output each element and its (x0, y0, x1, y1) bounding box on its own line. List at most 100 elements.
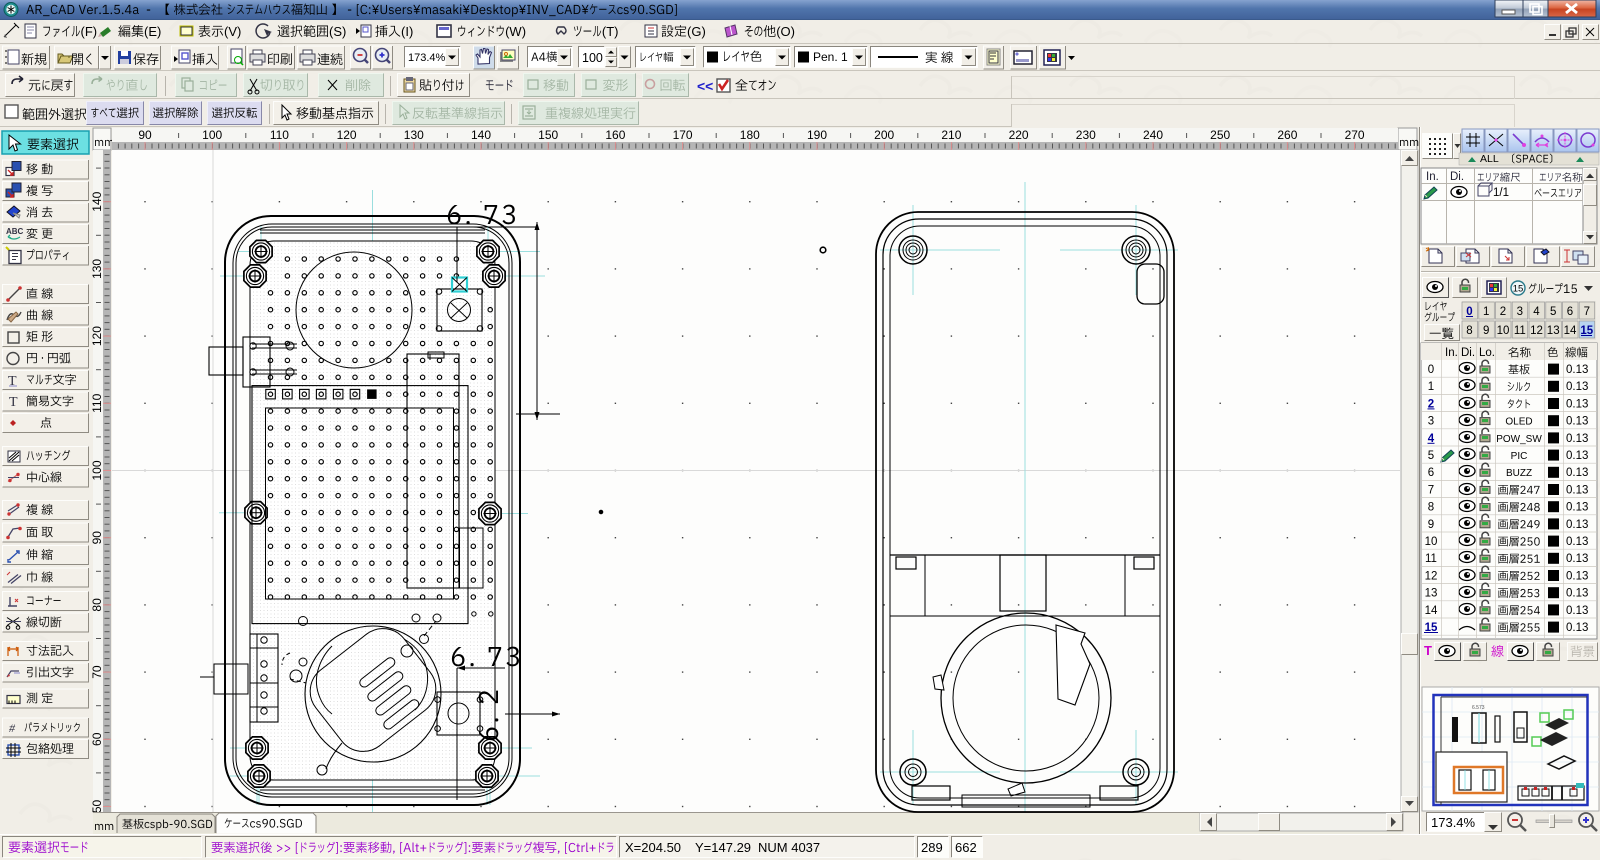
svg-text:0.13: 0.13 (1566, 519, 1588, 531)
svg-text:0: 0 (1428, 364, 1434, 376)
svg-text:ALL: ALL (1480, 153, 1499, 165)
svg-text:260: 260 (1277, 128, 1297, 142)
svg-text:In.: In. (1445, 347, 1458, 359)
svg-text:0.13: 0.13 (1566, 502, 1588, 514)
svg-text:70: 70 (90, 665, 104, 679)
svg-text:(I): (I) (401, 24, 413, 39)
svg-text:110: 110 (90, 393, 104, 412)
svg-text:240: 240 (1143, 128, 1163, 142)
svg-text:6.573: 6.573 (1472, 705, 1485, 711)
svg-text:13: 13 (1425, 588, 1438, 600)
svg-text:0.13: 0.13 (1566, 605, 1588, 617)
svg-text:(W): (W) (505, 24, 526, 39)
svg-text:NUM 4037: NUM 4037 (758, 840, 820, 855)
svg-text:12: 12 (1530, 325, 1543, 337)
svg-text:2: 2 (1500, 306, 1506, 318)
svg-text:100: 100 (90, 460, 104, 480)
svg-text:90: 90 (138, 128, 152, 142)
svg-text:POW_SW: POW_SW (1496, 434, 1542, 445)
svg-text:Pen. 1: Pen. 1 (813, 50, 848, 64)
svg-text:0.13: 0.13 (1566, 467, 1588, 479)
svg-text:0.13: 0.13 (1566, 364, 1588, 376)
svg-text:0.13: 0.13 (1566, 398, 1588, 410)
svg-text:4: 4 (1533, 306, 1540, 318)
svg-text:120: 120 (90, 326, 104, 346)
svg-text:289: 289 (921, 840, 943, 855)
svg-text:11: 11 (1514, 325, 1526, 337)
svg-text:180: 180 (740, 128, 760, 142)
svg-text:170: 170 (673, 128, 693, 142)
svg-text:220: 220 (1009, 128, 1029, 142)
svg-text:ABC: ABC (6, 227, 24, 236)
svg-text:50: 50 (90, 800, 104, 814)
svg-text:11: 11 (1425, 553, 1437, 565)
svg-text:X=204.50: X=204.50 (625, 840, 681, 855)
svg-text:3: 3 (1517, 306, 1523, 318)
svg-text:12: 12 (1425, 570, 1438, 582)
svg-text:0.13: 0.13 (1566, 433, 1588, 445)
svg-text:(S): (S) (329, 24, 346, 39)
svg-text:(T): (T) (602, 24, 619, 39)
svg-text:140: 140 (471, 128, 491, 142)
svg-text:230: 230 (1076, 128, 1096, 142)
svg-text:1: 1 (1428, 381, 1434, 393)
svg-text:10: 10 (1425, 536, 1438, 548)
svg-text:0.13: 0.13 (1566, 536, 1588, 548)
svg-text:(G): (G) (687, 24, 706, 39)
svg-text:0.13: 0.13 (1566, 484, 1588, 496)
svg-text:8: 8 (1466, 325, 1472, 337)
svg-text:0.13: 0.13 (1566, 450, 1588, 462)
svg-text:In.: In. (1426, 171, 1439, 183)
svg-text:110: 110 (270, 128, 289, 142)
svg-text:190: 190 (807, 128, 827, 142)
svg-text:Y=147.29: Y=147.29 (695, 840, 751, 855)
svg-text:8: 8 (1428, 502, 1434, 514)
svg-text:1/1: 1/1 (1493, 187, 1509, 199)
svg-text:14: 14 (1564, 325, 1577, 337)
svg-text:BUZZ: BUZZ (1506, 468, 1532, 479)
svg-text:200: 200 (874, 128, 894, 142)
svg-text:T: T (9, 395, 18, 410)
svg-text:(V): (V) (224, 24, 241, 39)
svg-text:0.13: 0.13 (1566, 588, 1588, 600)
svg-text:173.4%: 173.4% (1431, 815, 1476, 830)
svg-text:0.13: 0.13 (1566, 381, 1588, 393)
svg-text:13: 13 (1547, 325, 1560, 337)
svg-text:250: 250 (1210, 128, 1230, 142)
svg-text:130: 130 (90, 259, 104, 279)
svg-text:80: 80 (90, 598, 104, 612)
svg-text:150: 150 (538, 128, 558, 142)
svg-text:5: 5 (1428, 450, 1434, 462)
svg-text:14: 14 (1425, 605, 1438, 617)
svg-text:60: 60 (90, 732, 104, 746)
svg-text:10: 10 (1497, 325, 1510, 337)
svg-text:9: 9 (1483, 325, 1489, 337)
svg-text:130: 130 (404, 128, 424, 142)
svg-text:T: T (1424, 643, 1432, 658)
svg-text:0.13: 0.13 (1566, 416, 1588, 428)
svg-text:Lo.: Lo. (1479, 347, 1495, 359)
svg-text:6: 6 (1428, 467, 1434, 479)
svg-text:173.4%: 173.4% (408, 52, 446, 64)
svg-text:3: 3 (1428, 416, 1434, 428)
svg-text:15: 15 (1513, 284, 1524, 295)
svg-text:5: 5 (1550, 306, 1556, 318)
svg-text:160: 160 (605, 128, 625, 142)
svg-text:Di.: Di. (1450, 171, 1464, 183)
svg-text:(E): (E) (144, 24, 161, 39)
svg-text:PIC: PIC (1511, 451, 1528, 462)
svg-text:90: 90 (90, 531, 104, 545)
svg-text:T: T (8, 374, 17, 389)
svg-text:210: 210 (941, 128, 961, 142)
svg-text:6: 6 (1567, 306, 1573, 318)
svg-text:100: 100 (202, 128, 222, 142)
svg-text:662: 662 (955, 840, 977, 855)
svg-text:(O): (O) (776, 24, 795, 39)
svg-text:140: 140 (90, 191, 104, 211)
svg-text:<<: << (697, 78, 713, 94)
svg-text:(F): (F) (81, 24, 98, 39)
svg-text:100: 100 (582, 51, 603, 65)
svg-text:0.13: 0.13 (1566, 570, 1588, 582)
svg-text:1: 1 (1483, 306, 1489, 318)
svg-text:OLED: OLED (1505, 417, 1532, 428)
